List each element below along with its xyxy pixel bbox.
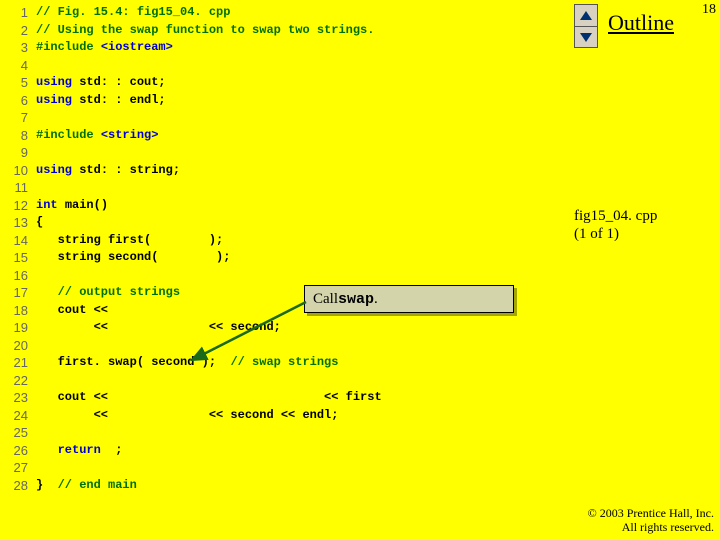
code-line: first. swap( second ); [36,355,230,369]
line-number: 22 [4,372,28,390]
chevron-down-icon [580,33,592,42]
line-number: 3 [4,39,28,57]
sidebar: Outline 18 fig15_04. cpp (1 of 1) © 2003… [574,0,720,540]
line-number: 25 [4,424,28,442]
line-number: 2 [4,22,28,40]
line-number: 9 [4,144,28,162]
nav-buttons [574,4,602,48]
line-number: 19 [4,319,28,337]
code-line: << << second << endl; [36,408,338,422]
code-line: using [36,163,79,177]
callout-suffix: . [374,291,378,308]
code-line: cout << << first [36,390,382,404]
code-line: << << second; [36,320,281,334]
code-line: using [36,93,79,107]
line-number: 20 [4,337,28,355]
line-number: 26 [4,442,28,460]
code-line: // Using the swap function to swap two s… [36,23,374,37]
line-number: 11 [4,179,28,197]
code-line: string second( ); [36,250,230,264]
code-line: #include [36,128,101,142]
line-number: 23 [4,389,28,407]
line-number: 24 [4,407,28,425]
code-line [36,443,58,457]
line-number: 4 [4,57,28,75]
line-number: 17 [4,284,28,302]
line-number: 7 [4,109,28,127]
line-number: 28 [4,477,28,495]
code-listing: // Fig. 15.4: fig15_04. cpp // Using the… [36,4,382,494]
code-line: // Fig. 15.4: fig15_04. cpp [36,5,230,19]
code-line: string first( ); [36,233,223,247]
callout-box: Call swap . [304,285,514,313]
line-number: 13 [4,214,28,232]
figure-label: fig15_04. cpp (1 of 1) [574,207,657,243]
copyright: © 2003 Prentice Hall, Inc. All rights re… [588,506,714,534]
line-number: 18 [4,302,28,320]
code-line: #include [36,40,101,54]
line-number: 1 [4,4,28,22]
line-number: 10 [4,162,28,180]
code-line: using [36,75,79,89]
code-line: // output strings [36,285,180,299]
figure-filename: fig15_04. cpp [574,207,657,225]
code-line: } [36,478,58,492]
line-number: 12 [4,197,28,215]
nav-up-button[interactable] [574,4,598,26]
line-number: 14 [4,232,28,250]
code-line: cout << [36,303,346,317]
nav-down-button[interactable] [574,26,598,48]
callout-text: Call [313,291,338,308]
line-number: 8 [4,127,28,145]
line-number: 27 [4,459,28,477]
callout-code: swap [338,291,374,308]
line-number: 5 [4,74,28,92]
code-line: int [36,198,65,212]
code-line: { [36,215,43,229]
page-number: 18 [702,2,716,18]
chevron-up-icon [580,11,592,20]
line-number: 16 [4,267,28,285]
figure-part: (1 of 1) [574,225,657,243]
line-number: 21 [4,354,28,372]
line-number: 6 [4,92,28,110]
line-number-gutter: 1234567891011121314151617181920212223242… [4,4,28,494]
line-number: 15 [4,249,28,267]
outline-heading: Outline [608,10,674,36]
